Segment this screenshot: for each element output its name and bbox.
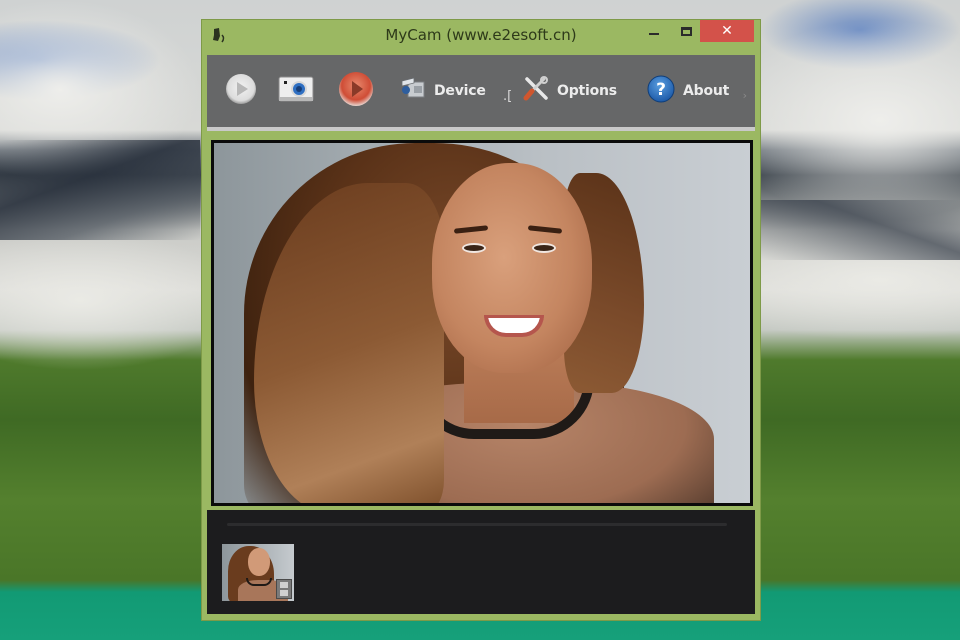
- desktop-mountain-left: [0, 140, 200, 240]
- webcam-preview[interactable]: [214, 143, 750, 503]
- about-label: About: [683, 83, 730, 99]
- minimize-button[interactable]: [640, 20, 668, 42]
- tools-icon: [523, 76, 549, 106]
- mycam-window: MyCam (www.e2esoft.cn) ✕ Device .[Optio…: [201, 19, 761, 621]
- camera-icon: [277, 74, 315, 108]
- close-button[interactable]: ✕: [700, 20, 754, 42]
- desktop-mountain-right: [760, 200, 960, 260]
- record-icon: [337, 70, 375, 112]
- device-label: Device: [434, 83, 486, 99]
- snapshot-button[interactable]: [277, 55, 315, 127]
- device-button[interactable]: Device: [400, 55, 486, 127]
- toolbar: Device .[ Options ? About ›: [207, 55, 755, 131]
- maximize-icon: [680, 26, 692, 36]
- help-icon: ?: [647, 75, 675, 107]
- options-label: Options: [557, 83, 617, 99]
- title-bar[interactable]: MyCam (www.e2esoft.cn) ✕: [202, 20, 760, 52]
- about-button[interactable]: ? About: [647, 55, 729, 127]
- svg-text:?: ?: [656, 80, 666, 100]
- gallery-progress-track[interactable]: [227, 523, 727, 526]
- webcam-icon: [400, 77, 426, 105]
- toolbar-separator: .[: [503, 89, 513, 104]
- play-button[interactable]: [224, 55, 258, 127]
- close-icon: ✕: [721, 23, 733, 39]
- capture-gallery-panel: [207, 510, 755, 614]
- record-button[interactable]: [337, 55, 375, 127]
- capture-thumbnail[interactable]: [222, 544, 294, 601]
- options-button[interactable]: Options: [523, 55, 617, 127]
- minimize-icon: [649, 33, 659, 35]
- play-icon: [224, 72, 258, 110]
- maximize-button[interactable]: [672, 20, 700, 42]
- toolbar-overflow-icon[interactable]: ›: [743, 89, 747, 102]
- video-preview-frame: [211, 140, 753, 506]
- preview-subject-face: [432, 163, 592, 373]
- film-icon: [276, 579, 292, 599]
